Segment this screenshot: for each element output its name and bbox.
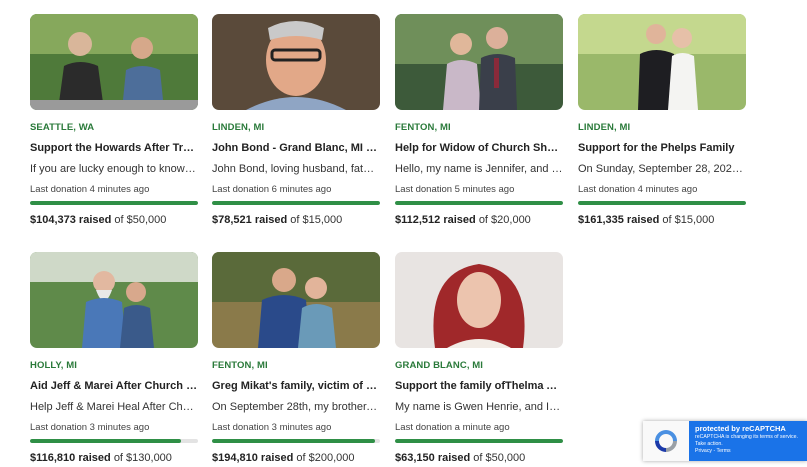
raised-amount: $161,335 raised of $15,000 <box>578 214 746 226</box>
raised-value: $104,373 raised <box>30 214 112 226</box>
progress-bar <box>578 201 746 205</box>
raised-amount: $112,512 raised of $20,000 <box>395 214 563 226</box>
progress-bar <box>30 201 198 205</box>
fundraiser-card[interactable]: LINDEN, MI John Bond - Grand Blanc, MI S… <box>212 14 380 226</box>
fundraiser-location: FENTON, MI <box>212 360 268 371</box>
progress-bar <box>30 439 198 443</box>
fundraiser-title[interactable]: Greg Mikat's family, victim of the ... <box>212 380 380 392</box>
fundraiser-location: FENTON, MI <box>395 122 451 133</box>
last-donation-text: Last donation 6 minutes ago <box>212 184 332 195</box>
fundraiser-title[interactable]: Help for Widow of Church Shootin... <box>395 142 563 154</box>
fundraiser-snippet: My name is Gwen Henrie, and I am... <box>395 401 563 413</box>
fundraiser-photo[interactable] <box>212 252 380 348</box>
fundraiser-card[interactable]: SEATTLE, WA Support the Howards After Tr… <box>30 14 198 226</box>
progress-fill <box>212 439 375 443</box>
fundraiser-title[interactable]: Aid Jeff & Marei After Church Sho... <box>30 380 198 392</box>
goal-value: of $15,000 <box>290 214 343 226</box>
fundraiser-snippet: On September 28th, my brother, ... <box>212 401 380 413</box>
raised-value: $194,810 raised <box>212 452 294 464</box>
fundraiser-snippet: On Sunday, September 28, 2025, a... <box>578 163 746 175</box>
fundraiser-location: HOLLY, MI <box>30 360 77 371</box>
recaptcha-links[interactable]: Privacy - Terms <box>695 448 801 454</box>
fundraiser-photo[interactable] <box>578 14 746 110</box>
fundraiser-snippet: John Bond, loving husband, fathe... <box>212 163 380 175</box>
goal-value: of $15,000 <box>662 214 715 226</box>
goal-value: of $200,000 <box>296 452 355 464</box>
progress-fill <box>395 439 563 443</box>
fundraiser-photo[interactable] <box>30 14 198 110</box>
progress-bar <box>212 201 380 205</box>
progress-fill <box>30 201 198 205</box>
raised-amount: $63,150 raised of $50,000 <box>395 452 563 464</box>
raised-value: $112,512 raised <box>395 214 476 226</box>
progress-bar <box>395 439 563 443</box>
progress-fill <box>578 201 746 205</box>
raised-value: $78,521 raised <box>212 214 288 226</box>
fundraiser-title[interactable]: Support the family ofThelma Arm... <box>395 380 563 392</box>
raised-amount: $78,521 raised of $15,000 <box>212 214 380 226</box>
raised-amount: $116,810 raised of $130,000 <box>30 452 198 464</box>
fundraiser-location: GRAND BLANC, MI <box>395 360 484 371</box>
raised-amount: $194,810 raised of $200,000 <box>212 452 380 464</box>
recaptcha-icon <box>643 421 689 461</box>
raised-value: $116,810 raised <box>30 452 111 464</box>
raised-value: $161,335 raised <box>578 214 660 226</box>
goal-value: of $50,000 <box>114 214 167 226</box>
goal-value: of $130,000 <box>113 452 172 464</box>
raised-value: $63,150 raised <box>395 452 471 464</box>
fundraiser-card[interactable]: GRAND BLANC, MI Support the family ofThe… <box>395 252 563 464</box>
fundraiser-card[interactable]: FENTON, MI Help for Widow of Church Shoo… <box>395 14 563 226</box>
fundraiser-snippet: Hello, my name is Jennifer, and my... <box>395 163 563 175</box>
fundraiser-title[interactable]: Support the Howards After Tragic ... <box>30 142 198 154</box>
fundraiser-location: LINDEN, MI <box>212 122 265 133</box>
last-donation-text: Last donation 4 minutes ago <box>30 184 150 195</box>
recaptcha-body[interactable]: reCAPTCHA is changing its terms of servi… <box>695 434 801 447</box>
fundraiser-photo[interactable] <box>212 14 380 110</box>
recaptcha-badge[interactable]: protected by reCAPTCHA reCAPTCHA is chan… <box>643 421 807 461</box>
progress-fill <box>212 201 380 205</box>
fundraiser-title[interactable]: Support for the Phelps Family <box>578 142 746 154</box>
fundraiser-card[interactable]: FENTON, MI Greg Mikat's family, victim o… <box>212 252 380 464</box>
last-donation-text: Last donation 5 minutes ago <box>395 184 515 195</box>
goal-value: of $20,000 <box>478 214 531 226</box>
fundraiser-photo[interactable] <box>395 252 563 348</box>
goal-value: of $50,000 <box>473 452 526 464</box>
fundraiser-location: LINDEN, MI <box>578 122 631 133</box>
recaptcha-title: protected by reCAPTCHA <box>695 424 786 433</box>
fundraiser-card[interactable]: LINDEN, MI Support for the Phelps Family… <box>578 14 746 226</box>
fundraiser-photo[interactable] <box>395 14 563 110</box>
last-donation-text: Last donation 4 minutes ago <box>578 184 698 195</box>
last-donation-text: Last donation 3 minutes ago <box>30 422 150 433</box>
progress-fill <box>395 201 563 205</box>
fundraiser-location: SEATTLE, WA <box>30 122 95 133</box>
raised-amount: $104,373 raised of $50,000 <box>30 214 198 226</box>
fundraiser-snippet: Help Jeff & Marei Heal After Churc... <box>30 401 198 413</box>
fundraiser-snippet: If you are lucky enough to know t... <box>30 163 198 175</box>
last-donation-text: Last donation a minute ago <box>395 422 510 433</box>
fundraiser-title[interactable]: John Bond - Grand Blanc, MI Shoo... <box>212 142 380 154</box>
recaptcha-text: protected by reCAPTCHA reCAPTCHA is chan… <box>689 421 807 461</box>
progress-bar <box>395 201 563 205</box>
fundraiser-photo[interactable] <box>30 252 198 348</box>
fundraiser-card[interactable]: HOLLY, MI Aid Jeff & Marei After Church … <box>30 252 198 464</box>
progress-fill <box>30 439 182 443</box>
progress-bar <box>212 439 380 443</box>
last-donation-text: Last donation 3 minutes ago <box>212 422 332 433</box>
